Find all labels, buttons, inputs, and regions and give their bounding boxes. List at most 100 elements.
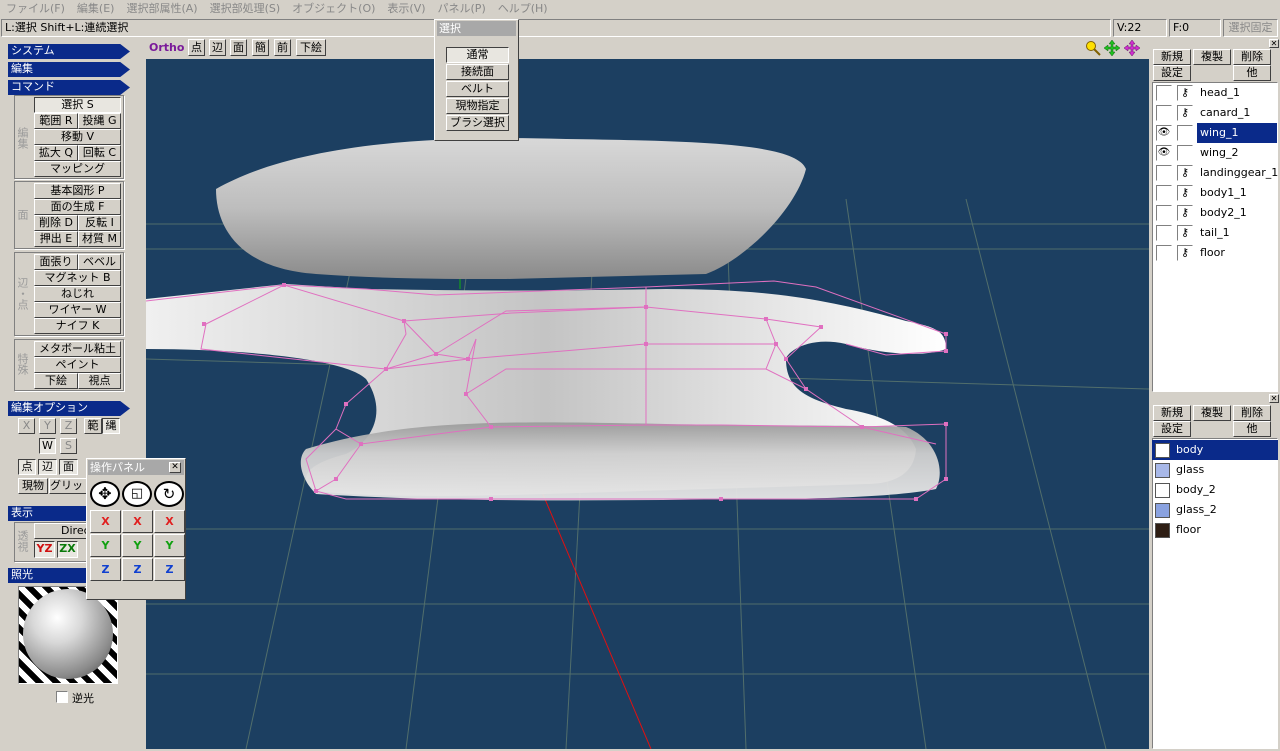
menu-selection-attr[interactable]: 選択部属性(A) [120, 0, 203, 18]
material-row[interactable]: glass [1152, 460, 1278, 480]
edit-header[interactable]: 編集 [8, 62, 130, 77]
visibility-toggle[interactable] [1156, 165, 1172, 181]
move-z-button[interactable]: Z [90, 558, 121, 581]
rotate-x-button[interactable]: X [154, 510, 185, 533]
lock-icon[interactable]: ⚷ [1177, 85, 1193, 101]
material-duplicate-button[interactable]: 複製 [1193, 405, 1231, 421]
edit-options-header[interactable]: 編集オプション [8, 401, 130, 416]
material-row[interactable]: glass_2 [1152, 500, 1278, 520]
axis-z-toggle[interactable]: Z [60, 418, 77, 434]
select-normal-button[interactable]: 通常 [446, 47, 509, 63]
face-mode-toggle[interactable]: 面 [59, 459, 78, 475]
visibility-toggle[interactable] [1156, 105, 1172, 121]
lock-icon[interactable]: ⚷ [1177, 225, 1193, 241]
menu-help[interactable]: ヘルプ(H) [492, 0, 554, 18]
move-button[interactable]: 移動 V [34, 129, 121, 145]
range-button[interactable]: 範囲 R [34, 113, 78, 129]
material-row[interactable]: body [1152, 440, 1278, 460]
lock-toggle[interactable] [1177, 145, 1193, 161]
visibility-toggle[interactable] [1156, 225, 1172, 241]
move-tool-icon[interactable]: ✥ [90, 481, 120, 507]
viewport-face-toggle[interactable]: 面 [230, 39, 247, 56]
bevel-button[interactable]: ベベル [78, 254, 121, 270]
visibility-toggle[interactable] [1156, 245, 1172, 261]
light-preview[interactable] [18, 586, 118, 684]
scale-z-button[interactable]: Z [122, 558, 153, 581]
material-row[interactable]: body_2 [1152, 480, 1278, 500]
scene-canvas[interactable] [146, 59, 1149, 749]
material-other-button[interactable]: 他 [1233, 421, 1271, 437]
3d-viewport[interactable]: Ortho 点 辺 面 簡 前 下絵 [146, 38, 1149, 749]
lock-icon[interactable]: ⚷ [1177, 185, 1193, 201]
yz-view-button[interactable]: YZ [34, 541, 55, 558]
w-toggle[interactable]: W [39, 438, 56, 454]
axis-y-toggle[interactable]: Y [39, 418, 56, 434]
visibility-toggle[interactable] [1156, 185, 1172, 201]
viewport-edge-toggle[interactable]: 辺 [209, 39, 226, 56]
point-mode-toggle[interactable]: 点 [18, 459, 36, 475]
selection-lock-button[interactable]: 選択固定 [1223, 19, 1278, 37]
viewport-simple-toggle[interactable]: 簡 [252, 39, 269, 56]
object-row[interactable]: 👁 wing_1 [1152, 123, 1278, 143]
edge-mode-toggle[interactable]: 辺 [38, 459, 57, 475]
lock-icon[interactable]: ⚷ [1177, 165, 1193, 181]
lock-icon[interactable]: ⚷ [1177, 245, 1193, 261]
paint-button[interactable]: ペイント [34, 357, 121, 373]
move-y-button[interactable]: Y [90, 534, 121, 557]
material-button[interactable]: 材質 M [78, 231, 121, 247]
lock-toggle[interactable] [1177, 125, 1193, 141]
eye-icon[interactable]: 👁 [1156, 145, 1172, 161]
viewport-front-toggle[interactable]: 前 [274, 39, 291, 56]
material-panel-close-icon[interactable]: ✕ [1269, 394, 1279, 403]
close-icon[interactable]: ✕ [169, 462, 181, 473]
rotate-y-button[interactable]: Y [154, 534, 185, 557]
object-settings-button[interactable]: 設定 [1153, 65, 1191, 81]
menu-file[interactable]: ファイル(F) [0, 0, 71, 18]
axis-x-toggle[interactable]: X [18, 418, 35, 434]
primitive-button[interactable]: 基本図形 P [34, 183, 121, 199]
ortho-toggle[interactable]: Ortho [149, 40, 184, 55]
face-gen-button[interactable]: 面の生成 F [34, 199, 121, 215]
magnet-button[interactable]: マグネット B [34, 270, 121, 286]
delete-button[interactable]: 削除 D [34, 215, 78, 231]
flip-button[interactable]: 反転 I [78, 215, 121, 231]
object-new-button[interactable]: 新規 [1153, 49, 1191, 65]
object-toggle[interactable]: 現物 [18, 478, 48, 494]
object-duplicate-button[interactable]: 複製 [1193, 49, 1231, 65]
scale-button[interactable]: 拡大 Q [34, 145, 78, 161]
menu-selection-process[interactable]: 選択部処理(S) [204, 0, 287, 18]
menu-view[interactable]: 表示(V) [381, 0, 431, 18]
object-row[interactable]: ⚷ body1_1 [1152, 183, 1278, 203]
s-toggle[interactable]: S [60, 438, 77, 454]
zoom-icon[interactable] [1085, 40, 1101, 56]
zx-view-button[interactable]: ZX [57, 541, 78, 558]
viewport-underlay-toggle[interactable]: 下絵 [296, 39, 326, 56]
visibility-toggle[interactable] [1156, 85, 1172, 101]
object-row[interactable]: ⚷ tail_1 [1152, 223, 1278, 243]
select-brush-button[interactable]: ブラシ選択 [446, 115, 509, 131]
rotate-z-button[interactable]: Z [154, 558, 185, 581]
move-x-button[interactable]: X [90, 510, 121, 533]
object-row[interactable]: ⚷ floor [1152, 243, 1278, 263]
rotate-tool-icon[interactable]: ↻ [154, 481, 184, 507]
object-row[interactable]: ⚷ body2_1 [1152, 203, 1278, 223]
range-option-toggle[interactable]: 範 [84, 418, 102, 434]
viewport-point-toggle[interactable]: 点 [188, 39, 205, 56]
object-row[interactable]: ⚷ head_1 [1152, 83, 1278, 103]
object-panel-close-icon[interactable]: ✕ [1269, 39, 1279, 48]
rotate-button[interactable]: 回転 C [78, 145, 121, 161]
material-new-button[interactable]: 新規 [1153, 405, 1191, 421]
menu-object[interactable]: オブジェクト(O) [286, 0, 381, 18]
wire-button[interactable]: ワイヤー W [34, 302, 121, 318]
scale-x-button[interactable]: X [122, 510, 153, 533]
surface-button[interactable]: 面張り [34, 254, 78, 270]
material-settings-button[interactable]: 設定 [1153, 421, 1191, 437]
object-other-button[interactable]: 他 [1233, 65, 1271, 81]
material-delete-button[interactable]: 削除 [1233, 405, 1271, 421]
pan-icon[interactable] [1103, 39, 1121, 57]
select-belt-button[interactable]: ベルト [446, 81, 509, 97]
lock-icon[interactable]: ⚷ [1177, 205, 1193, 221]
material-row[interactable]: floor [1152, 520, 1278, 540]
lasso-option-toggle[interactable]: 縄 [102, 418, 120, 434]
underlay-button[interactable]: 下絵 [34, 373, 78, 389]
